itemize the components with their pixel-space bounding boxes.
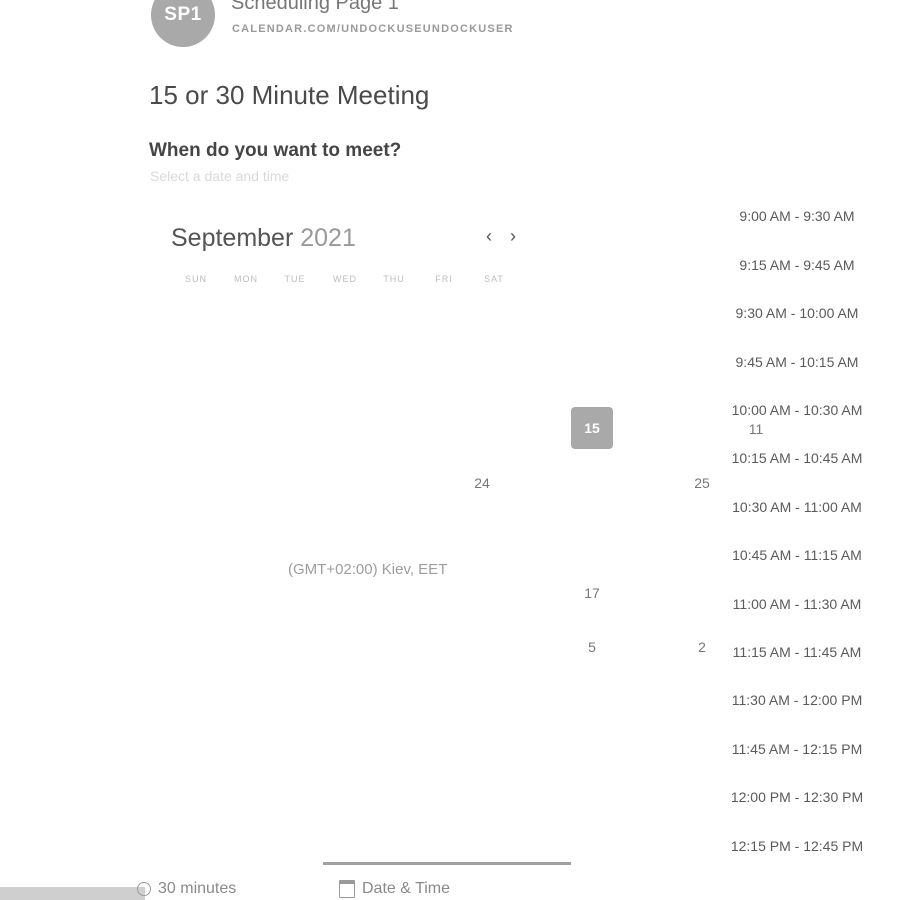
avatar: SP1 <box>151 0 215 47</box>
step-duration[interactable]: 30 minutes <box>137 880 236 898</box>
scheduling-page-url[interactable]: CALENDAR.COM/UNDOCKUSEUNDOCKUSER <box>232 23 514 35</box>
day-cell[interactable]: 17 <box>571 572 613 614</box>
time-slot-button[interactable]: 10:15 AM - 10:45 AM <box>717 450 877 466</box>
time-slot-button[interactable]: 11:15 AM - 11:45 AM <box>717 644 877 660</box>
day-cell[interactable]: 5 <box>571 626 613 668</box>
time-slot-button[interactable]: 9:00 AM - 9:30 AM <box>717 208 877 224</box>
meet-question: When do you want to meet? <box>149 140 402 161</box>
time-slot-button[interactable]: 11:30 AM - 12:00 PM <box>717 692 877 708</box>
time-slot-button[interactable]: 10:30 AM - 11:00 AM <box>717 499 877 515</box>
weekday-tue: TUE <box>284 274 306 284</box>
weekday-sat: SAT <box>484 274 504 284</box>
step-progress-left <box>0 887 145 900</box>
timezone-selector[interactable]: (GMT+02:00) Kiev, EET <box>288 561 447 578</box>
time-slot-button[interactable]: 11:00 AM - 11:30 AM <box>717 596 877 612</box>
time-slot-button[interactable]: 11:45 AM - 12:15 PM <box>717 741 877 757</box>
meeting-title: 15 or 30 Minute Meeting <box>149 80 430 110</box>
time-slot-button[interactable]: 9:15 AM - 9:45 AM <box>717 257 877 273</box>
day-cell-selected[interactable]: 15 <box>571 407 613 449</box>
weekday-mon: MON <box>234 274 258 284</box>
scheduling-page-name: Scheduling Page 1 <box>231 0 399 14</box>
weekday-sun: SUN <box>184 274 207 284</box>
weekday-wed: WED <box>333 274 357 284</box>
time-slot-button[interactable]: 12:15 PM - 12:45 PM <box>717 838 877 854</box>
time-slot-button[interactable]: 10:00 AM - 10:30 AM <box>717 402 877 418</box>
clock-icon <box>137 882 151 896</box>
time-slot-button[interactable]: 10:45 AM - 11:15 AM <box>717 547 877 563</box>
chevron-right-icon[interactable]: › <box>510 226 516 247</box>
step-progress-active <box>323 862 571 865</box>
time-slot-button[interactable]: 9:45 AM - 10:15 AM <box>717 354 877 370</box>
select-date-hint: Select a date and time <box>150 168 290 184</box>
time-slot-button[interactable]: 12:00 PM - 12:30 PM <box>717 789 877 805</box>
calendar-year: 2021 <box>300 224 356 252</box>
weekday-thu: THU <box>383 274 405 284</box>
day-cell[interactable]: 24 <box>461 462 503 504</box>
day-cell[interactable]: 25 <box>681 462 723 504</box>
step-date-time-label: Date & Time <box>362 880 451 897</box>
step-date-time[interactable]: Date & Time <box>339 880 450 898</box>
weekday-fri: FRI <box>435 274 453 284</box>
time-slot-button[interactable]: 9:30 AM - 10:00 AM <box>717 305 877 321</box>
calendar-month-label: September 2021 <box>171 224 356 253</box>
step-duration-label: 30 minutes <box>158 880 237 897</box>
chevron-left-icon[interactable]: ‹ <box>486 226 492 247</box>
calendar-icon <box>339 880 355 898</box>
calendar-month: September <box>171 224 294 252</box>
